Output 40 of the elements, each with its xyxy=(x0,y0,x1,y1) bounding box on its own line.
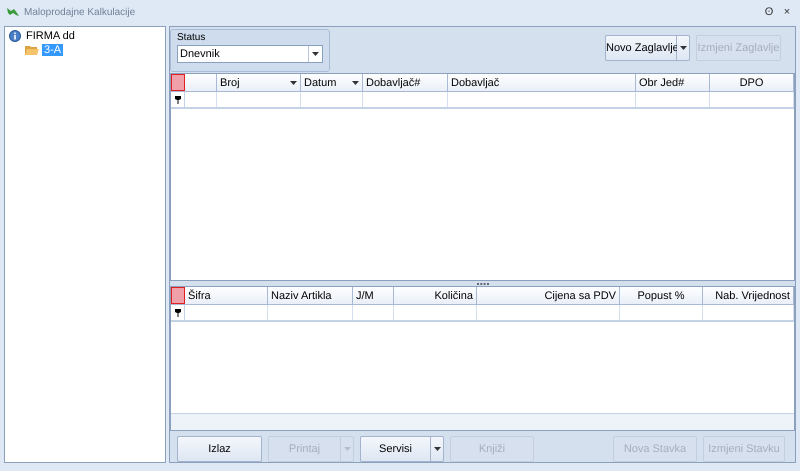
row-indicator xyxy=(171,287,185,304)
filter-row[interactable] xyxy=(171,92,794,109)
window-title: Maloprodajne Kalkulacije xyxy=(24,6,136,18)
status-combo[interactable]: Dnevnik xyxy=(177,45,323,63)
column-header[interactable]: Dobavljač# xyxy=(363,74,448,91)
close-button[interactable]: × xyxy=(780,6,794,18)
horizontal-scrollbar[interactable] xyxy=(171,413,794,430)
app-icon xyxy=(6,6,20,18)
caret-icon xyxy=(290,80,297,84)
column-header[interactable]: Popust % xyxy=(620,287,703,304)
action-button[interactable]: Novo Zaglavlje xyxy=(605,35,677,61)
column-header[interactable]: Obr Jed# xyxy=(636,74,710,91)
column-header[interactable]: Naziv Artikla xyxy=(268,287,353,304)
column-header[interactable]: Šifra xyxy=(185,287,268,304)
status-label: Status xyxy=(177,32,206,43)
column-header[interactable]: Nab. Vrijednost xyxy=(703,287,794,304)
column-header[interactable]: Datum xyxy=(301,74,363,91)
filter-row[interactable] xyxy=(171,305,794,322)
column-header[interactable]: J/M xyxy=(353,287,394,304)
pin-button[interactable]: ʘ xyxy=(762,6,776,18)
column-header[interactable]: DPO xyxy=(710,74,794,91)
caret-icon xyxy=(312,52,319,56)
caret-icon xyxy=(434,447,440,451)
folder-icon xyxy=(25,44,39,56)
dropdown-button[interactable] xyxy=(431,436,444,462)
action-button[interactable]: Izlaz xyxy=(177,436,262,462)
dropdown-button[interactable] xyxy=(677,35,690,61)
caret-icon xyxy=(344,447,350,451)
info-icon xyxy=(9,30,21,42)
row-indicator xyxy=(171,74,185,91)
filter-pin-icon xyxy=(174,308,180,316)
tree-item[interactable]: FIRMA dd xyxy=(24,30,77,42)
column-header[interactable]: Dobavljač xyxy=(448,74,636,91)
caret-icon xyxy=(352,80,359,84)
action-button[interactable]: Servisi xyxy=(360,436,431,462)
column-header[interactable]: Količina xyxy=(394,287,477,304)
caret-icon xyxy=(680,46,686,50)
column-header[interactable]: Broj xyxy=(217,74,301,91)
filter-pin-icon xyxy=(174,96,180,104)
column-header[interactable]: Cijena sa PDV xyxy=(477,287,620,304)
